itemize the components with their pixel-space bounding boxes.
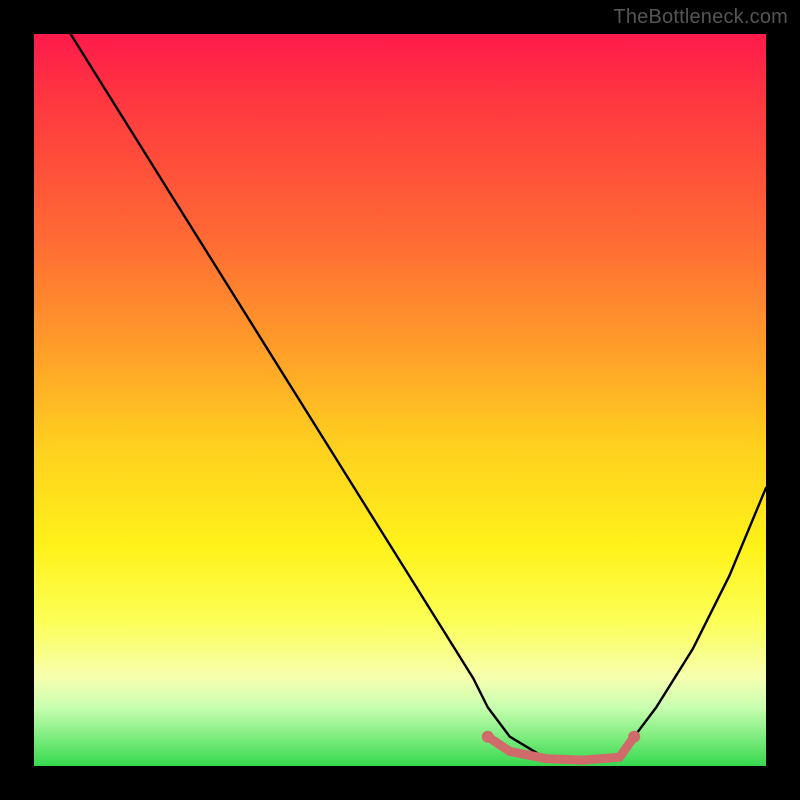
- highlight-start-dot: [482, 731, 494, 743]
- highlight-band: [488, 737, 634, 760]
- chart-frame: TheBottleneck.com: [0, 0, 800, 800]
- watermark-text: TheBottleneck.com: [613, 6, 788, 29]
- bottleneck-curve: [71, 34, 766, 762]
- highlight-end-dot: [628, 731, 640, 743]
- curve-layer: [34, 34, 766, 766]
- plot-area: [34, 34, 766, 766]
